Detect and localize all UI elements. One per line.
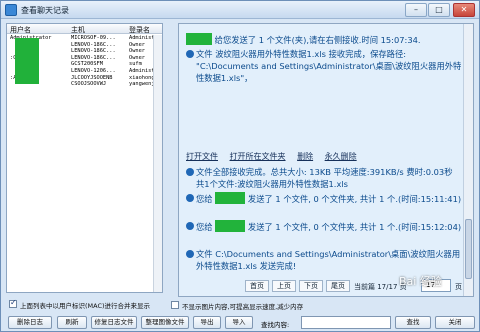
cell-host: LENOVO-186C... [71, 54, 116, 61]
user-list[interactable]: 用户名 主机 登录名 Administrator MICROSOF-09... … [6, 23, 163, 293]
maximize-button[interactable]: □ [428, 3, 450, 17]
chat-log-window: 查看聊天记录 – □ ✕ 用户名 主机 登录名 Administrator MI… [0, 0, 480, 332]
cell-host: CSOOJSOOVWJ [71, 81, 107, 88]
chat-line-3: 文件全部接收完成。总共大小: 13KB 平均速度:391KB/s 费时:0.03… [186, 166, 462, 190]
delete-log-button[interactable]: 删除日志 [8, 316, 52, 329]
page-unit: 页 [455, 283, 462, 291]
merge-images-button[interactable]: 整理图像文件 [141, 316, 189, 329]
chat-scrollbar[interactable] [463, 24, 473, 296]
info-icon [186, 50, 194, 58]
cell-host: JLCOOYJSOOENB [71, 74, 113, 81]
refresh-button[interactable]: 刷新 [57, 316, 87, 329]
chat-line-6: 文件 C:\Documents and Settings\Administrat… [186, 248, 462, 272]
col-login[interactable]: 登录名 [129, 25, 150, 35]
chat-line-4-prefix: 您给 [196, 194, 213, 204]
redacted-recipient-block [215, 192, 246, 204]
col-host[interactable]: 主机 [71, 25, 85, 35]
window-title: 查看聊天记录 [21, 6, 69, 15]
cell-host: GCST200SFM [71, 61, 103, 68]
info-icon [186, 168, 194, 176]
fix-log-file-button[interactable]: 修复日志文件 [91, 316, 137, 329]
user-list-scrollbar[interactable] [153, 35, 162, 292]
merge-by-mac-label: 上面列表中以用户标识(MAC)进行合并来显示 [20, 302, 151, 310]
export-button[interactable]: 导出 [193, 316, 221, 329]
redacted-recipient-block [215, 220, 246, 232]
close-button[interactable]: 关闭 [435, 316, 475, 329]
import-button[interactable]: 导入 [225, 316, 253, 329]
chat-line-5-text: 发送了 1 个文件, 0 个文件夹, 共计 1 个.(时间:15:12:04) [247, 222, 462, 232]
redacted-sender-block [186, 33, 212, 45]
merge-by-mac-checkbox[interactable] [9, 298, 17, 308]
chat-line-5: 您给 发送了 1 个文件, 0 个文件夹, 共计 1 个.(时间:15:12:0… [186, 220, 462, 233]
chat-line-6-text: 文件 C:\Documents and Settings\Administrat… [196, 249, 461, 271]
title-bar: 查看聊天记录 – □ ✕ [1, 1, 479, 19]
chat-line-1-text: 给您发送了 1 个文件(夹),请在右侧接收.时间 15:07:34. [214, 35, 421, 45]
bottom-toolbar: 删除日志 刷新 修复日志文件 整理图像文件 导出 导入 查找内容: 查找 关闭 [1, 312, 479, 332]
find-button[interactable]: 查找 [395, 316, 431, 329]
user-list-header: 用户名 主机 登录名 [7, 24, 162, 34]
info-icon [186, 222, 194, 230]
open-folder-link[interactable]: 打开所在文件夹 [230, 152, 286, 161]
prev-page-button[interactable]: 上页 [272, 280, 296, 292]
redacted-username-block [15, 38, 39, 84]
first-page-button[interactable]: 首页 [245, 280, 269, 292]
minimize-button[interactable]: – [405, 3, 427, 17]
find-input[interactable] [301, 316, 391, 329]
info-icon [186, 194, 194, 202]
chat-line-5-prefix: 您给 [196, 222, 213, 232]
chat-line-1: 给您发送了 1 个文件(夹),请在右侧接收.时间 15:07:34. [186, 33, 462, 46]
open-file-link[interactable]: 打开文件 [186, 152, 218, 161]
find-label: 查找内容: [261, 321, 290, 329]
cell-host: LENOVO-186C... [71, 48, 116, 55]
hide-images-label: 不显示图片内容,可提高显示速度,减少内存 [182, 303, 304, 311]
cell-host: LENOVO-186C... [71, 41, 116, 48]
next-page-button[interactable]: 下页 [299, 280, 323, 292]
hide-images-checkbox[interactable] [171, 301, 179, 309]
permanent-delete-link[interactable]: 永久删除 [325, 152, 357, 161]
cell-host: LENOVO-1206... [71, 67, 116, 74]
chat-scrollbar-thumb[interactable] [465, 219, 472, 279]
close-window-button[interactable]: ✕ [453, 3, 475, 17]
chat-line-3-text: 文件全部接收完成。总共大小: 13KB 平均速度:391KB/s 费时:0.03… [196, 167, 453, 189]
baidu-watermark: Bai 经验 [399, 275, 442, 288]
app-icon [5, 4, 17, 16]
col-username[interactable]: 用户名 [10, 25, 31, 35]
file-action-links: 打开文件 打开所在文件夹 删除 永久删除 [186, 151, 366, 162]
chat-line-4-text: 发送了 1 个文件, 0 个文件夹, 共计 1 个.(时间:15:11:41) [247, 194, 462, 204]
chat-line-4: 您给 发送了 1 个文件, 0 个文件夹, 共计 1 个.(时间:15:11:4… [186, 192, 462, 205]
info-icon [186, 250, 194, 258]
chat-history-pane[interactable]: 给您发送了 1 个文件(夹),请在右侧接收.时间 15:07:34. 文件 波纹… [178, 23, 474, 297]
chat-line-2-text: 文件 波纹阻火器用外特性数据1.xls 接收完成，保存路径: "C:\Docum… [196, 49, 462, 83]
cell-host: MICROSOF-09... [71, 35, 116, 41]
chat-line-2: 文件 波纹阻火器用外特性数据1.xls 接收完成，保存路径: "C:\Docum… [186, 48, 462, 84]
last-page-button[interactable]: 尾页 [326, 280, 350, 292]
delete-link[interactable]: 删除 [297, 152, 313, 161]
